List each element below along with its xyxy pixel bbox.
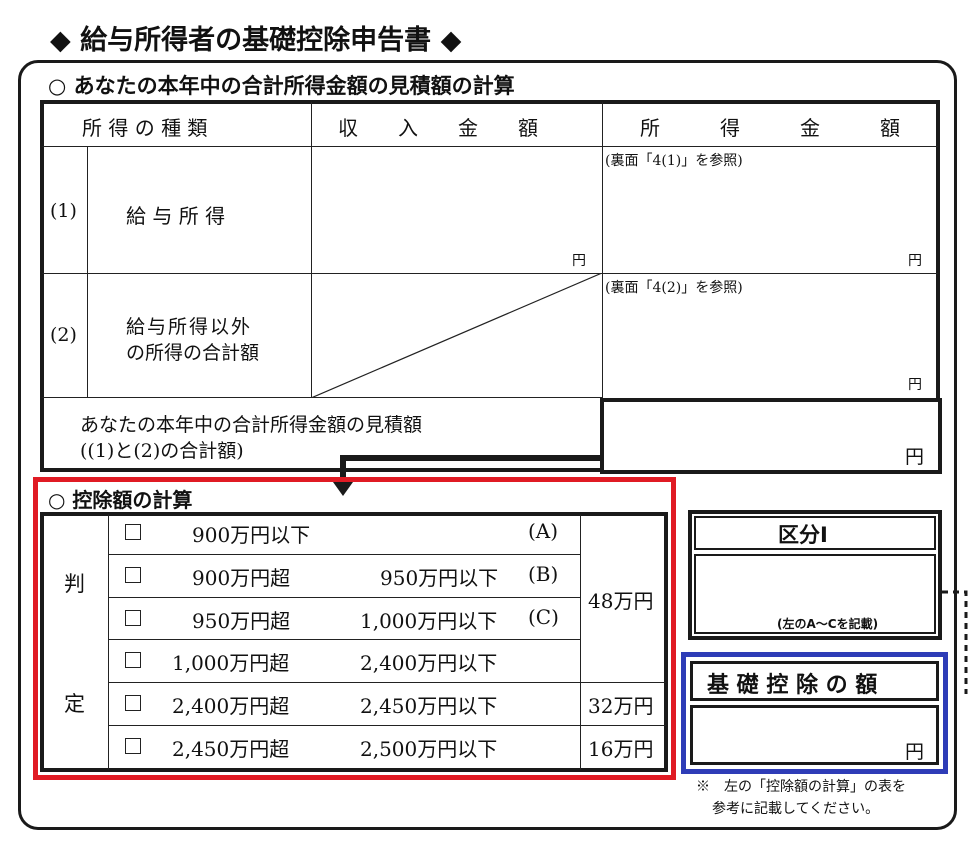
- row-c-tag: (C): [528, 605, 559, 629]
- total-amount-field[interactable]: [600, 398, 942, 474]
- grid-line: [109, 725, 666, 726]
- category-note: (左のA～Cを記載): [777, 617, 879, 631]
- grid-line: [580, 514, 581, 770]
- row2-diagonal: [311, 273, 603, 398]
- row-c-to: 1,000万円以下: [360, 609, 498, 633]
- grid-line: [108, 514, 109, 770]
- row1-reference: (裏面「4(1)」を参照): [605, 153, 743, 169]
- row2-label-line1: 給与所得以外: [126, 316, 253, 338]
- row-5-to: 2,450万円以下: [360, 694, 498, 718]
- amount-32: 32万円: [588, 694, 654, 718]
- row2-label-line2: の所得の合計額: [126, 342, 260, 364]
- category-title: 区分Ⅰ: [778, 523, 828, 547]
- col-header-amount: 所 得 金 額: [640, 116, 900, 140]
- grid-line: [87, 146, 88, 398]
- judge-label-1: 判: [64, 572, 85, 596]
- row-6-to: 2,500万円以下: [360, 737, 498, 761]
- total-label-line2: ((1)と(2)の合計額): [80, 440, 244, 462]
- page: { "form": { "title": "◆ 給与所得者の基礎控除申告書 ◆"…: [0, 0, 970, 844]
- row-c-from: 950万円超: [192, 609, 291, 633]
- row-b-tag: (B): [528, 562, 559, 586]
- row2-amount-field[interactable]: [603, 297, 937, 396]
- row-5-from: 2,400万円超: [172, 694, 290, 718]
- footnote-line1: ※ 左の「控除額の計算」の表を: [696, 779, 906, 795]
- checkbox-row-a[interactable]: [125, 524, 141, 540]
- grid-line: [109, 682, 666, 683]
- basic-deduction-title: 基 礎 控 除 の 額: [707, 673, 878, 698]
- row-a-from: 900万円以下: [192, 523, 311, 547]
- col-header-type: 所 得 の 種 類: [82, 116, 208, 140]
- footnote-line2: 参考に記載してください。: [712, 801, 880, 817]
- row-a-tag: (A): [528, 519, 559, 543]
- row-4-to: 2,400万円以下: [360, 651, 498, 675]
- basic-deduction-yen: 円: [905, 741, 925, 763]
- amount-48: 48万円: [588, 589, 654, 613]
- row2-amount-yen: 円: [908, 377, 922, 393]
- deduction-section-heading: ○ 控除額の計算: [48, 488, 193, 512]
- row1-amount-yen: 円: [908, 253, 922, 269]
- row1-income-field[interactable]: [312, 147, 601, 272]
- row2-reference: (裏面「4(2)」を参照): [605, 280, 743, 296]
- row-6-from: 2,450万円超: [172, 737, 290, 761]
- checkbox-row-c[interactable]: [125, 610, 141, 626]
- row1-number: (1): [50, 200, 77, 222]
- row1-income-yen: 円: [572, 253, 586, 269]
- checkbox-row-6[interactable]: [125, 738, 141, 754]
- row1-label: 給 与 所 得: [126, 204, 226, 228]
- income-section-heading: ○ あなたの本年中の合計所得金額の見積額の計算: [48, 74, 515, 98]
- judge-label-2: 定: [64, 692, 85, 716]
- row1-amount-field[interactable]: [603, 170, 937, 272]
- row-b-to: 950万円以下: [380, 566, 499, 590]
- checkbox-row-5[interactable]: [125, 695, 141, 711]
- grid-line: [109, 597, 580, 598]
- total-label-line1: あなたの本年中の合計所得金額の見積額: [80, 414, 423, 436]
- basic-deduction-field[interactable]: [690, 705, 939, 765]
- total-yen: 円: [905, 446, 925, 468]
- grid-line: [109, 554, 580, 555]
- checkbox-row-b[interactable]: [125, 567, 141, 583]
- row-b-from: 900万円超: [192, 566, 291, 590]
- row2-number: (2): [50, 324, 77, 346]
- deduction-table: [40, 512, 668, 772]
- row-4-from: 1,000万円超: [172, 651, 290, 675]
- amount-16: 16万円: [588, 737, 654, 761]
- form-title: ◆ 給与所得者の基礎控除申告書 ◆: [50, 25, 462, 56]
- grid-line: [109, 639, 580, 640]
- checkbox-row-4[interactable]: [125, 652, 141, 668]
- col-header-income: 収 入 金 額: [338, 116, 538, 140]
